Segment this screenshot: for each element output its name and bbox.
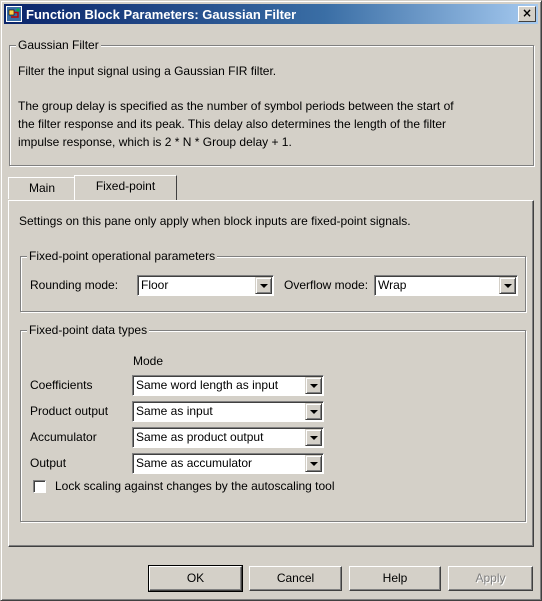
description-line-2: The group delay is specified as the numb… — [18, 99, 454, 113]
coefficients-label: Coefficients — [30, 378, 93, 392]
product-output-label: Product output — [30, 404, 109, 418]
rounding-mode-label: Rounding mode: — [30, 278, 119, 292]
chevron-down-icon[interactable] — [305, 403, 322, 420]
cancel-button[interactable]: Cancel — [249, 566, 342, 591]
accumulator-mode-value: Same as product output — [136, 430, 264, 444]
description-line-1: Filter the input signal using a Gaussian… — [18, 64, 277, 78]
overflow-mode-label: Overflow mode: — [284, 278, 369, 292]
coefficients-mode-value: Same word length as input — [136, 378, 279, 392]
operational-parameters-title: Fixed-point operational parameters — [27, 249, 218, 263]
help-button[interactable]: Help — [349, 566, 441, 591]
output-mode-value: Same as accumulator — [136, 456, 253, 470]
chevron-down-icon[interactable] — [255, 277, 272, 294]
close-button[interactable]: × — [518, 6, 536, 22]
tab-main[interactable]: Main — [8, 177, 76, 199]
overflow-mode-value: Wrap — [378, 278, 407, 292]
data-types-title: Fixed-point data types — [27, 323, 150, 337]
block-description-group: Gaussian Filter Filter the input signal … — [9, 38, 534, 166]
mode-column-header: Mode — [133, 354, 164, 368]
title-bar[interactable]: Function Block Parameters: Gaussian Filt… — [4, 4, 538, 24]
fixed-point-panel: Settings on this pane only apply when bl… — [8, 200, 534, 547]
ok-button[interactable]: OK — [148, 565, 243, 592]
output-label: Output — [30, 456, 67, 470]
accumulator-mode-select[interactable]: Same as product output — [132, 427, 324, 448]
product-output-mode-select[interactable]: Same as input — [132, 401, 324, 422]
product-output-mode-value: Same as input — [136, 404, 213, 418]
apply-button: Apply — [448, 566, 533, 591]
coefficients-mode-select[interactable]: Same word length as input — [132, 375, 324, 396]
description-line-4: impulse response, which is 2 * N * Group… — [18, 135, 292, 149]
chevron-down-icon[interactable] — [499, 277, 516, 294]
data-types-group: Fixed-point data types Mode Coefficients… — [20, 323, 526, 522]
lock-scaling-label[interactable]: Lock scaling against changes by the auto… — [55, 478, 335, 494]
simulink-block-icon — [6, 6, 22, 22]
rounding-mode-value: Floor — [141, 278, 169, 292]
fixed-point-note: Settings on this pane only apply when bl… — [19, 214, 411, 228]
output-mode-select[interactable]: Same as accumulator — [132, 453, 324, 474]
lock-scaling-checkbox[interactable] — [33, 480, 46, 493]
description-line-3: the filter response and its peak. This d… — [18, 117, 447, 131]
chevron-down-icon[interactable] — [305, 455, 322, 472]
chevron-down-icon[interactable] — [305, 377, 322, 394]
block-description-title: Gaussian Filter — [16, 38, 101, 52]
tab-fixed-point[interactable]: Fixed-point — [74, 175, 177, 200]
window-title: Function Block Parameters: Gaussian Filt… — [26, 6, 297, 22]
dialog-window: Function Block Parameters: Gaussian Filt… — [0, 0, 542, 601]
rounding-mode-select[interactable]: Floor — [137, 275, 274, 296]
operational-parameters-group: Fixed-point operational parameters Round… — [20, 249, 526, 312]
overflow-mode-select[interactable]: Wrap — [374, 275, 518, 296]
accumulator-label: Accumulator — [30, 430, 97, 444]
chevron-down-icon[interactable] — [305, 429, 322, 446]
